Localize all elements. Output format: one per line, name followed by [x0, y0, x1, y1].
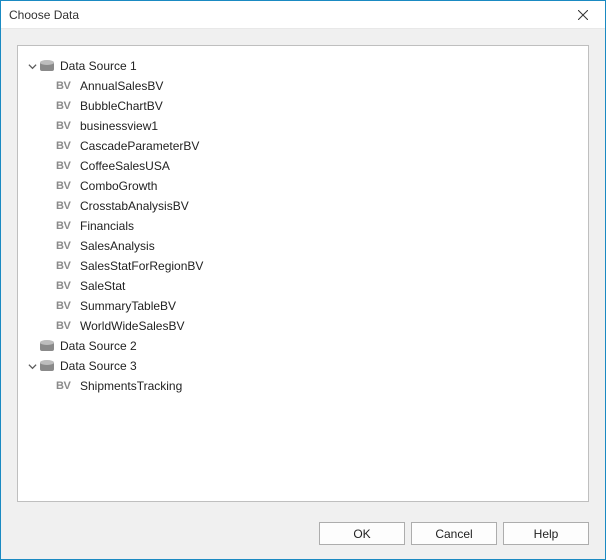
bv-icon: BV — [56, 300, 76, 312]
bv-icon: BV — [56, 380, 76, 392]
data-source-label: Data Source 1 — [60, 59, 137, 73]
database-icon — [40, 340, 54, 352]
window-title: Choose Data — [9, 8, 561, 22]
chevron-down-icon[interactable] — [26, 340, 38, 352]
bv-icon: BV — [56, 180, 76, 192]
business-view-label: ComboGrowth — [80, 179, 157, 193]
business-view-node[interactable]: BV SalesAnalysis — [26, 236, 580, 256]
data-source-label: Data Source 3 — [60, 359, 137, 373]
data-source-node[interactable]: Data Source 3 — [26, 356, 580, 376]
chevron-down-icon[interactable] — [26, 60, 38, 72]
close-icon — [578, 10, 588, 20]
cancel-button[interactable]: Cancel — [411, 522, 497, 545]
bv-icon: BV — [56, 140, 76, 152]
bv-icon: BV — [56, 200, 76, 212]
business-view-node[interactable]: BV businessview1 — [26, 116, 580, 136]
bv-icon: BV — [56, 80, 76, 92]
business-view-node[interactable]: BV CoffeeSalesUSA — [26, 156, 580, 176]
close-button[interactable] — [561, 1, 605, 29]
bv-icon: BV — [56, 220, 76, 232]
business-view-node[interactable]: BV CrosstabAnalysisBV — [26, 196, 580, 216]
bv-icon: BV — [56, 120, 76, 132]
dialog-window: Choose Data Data Source 1 BV AnnualSalesBV… — [0, 0, 606, 560]
bv-icon: BV — [56, 320, 76, 332]
business-view-node[interactable]: BV SalesStatForRegionBV — [26, 256, 580, 276]
bv-icon: BV — [56, 260, 76, 272]
business-view-label: CascadeParameterBV — [80, 139, 199, 153]
business-view-label: CrosstabAnalysisBV — [80, 199, 189, 213]
data-source-node[interactable]: Data Source 1 — [26, 56, 580, 76]
business-view-node[interactable]: BV CascadeParameterBV — [26, 136, 580, 156]
content-area: Data Source 1 BV AnnualSalesBV BV BubbleChar… — [1, 29, 605, 512]
help-button[interactable]: Help — [503, 522, 589, 545]
bv-icon: BV — [56, 100, 76, 112]
business-view-label: SalesStatForRegionBV — [80, 259, 203, 273]
business-view-label: businessview1 — [80, 119, 158, 133]
business-view-node[interactable]: BV WorldWideSalesBV — [26, 316, 580, 336]
business-view-label: SaleStat — [80, 279, 125, 293]
data-source-node[interactable]: Data Source 2 — [26, 336, 580, 356]
business-view-label: BubbleChartBV — [80, 99, 163, 113]
business-view-node[interactable]: BV BubbleChartBV — [26, 96, 580, 116]
business-view-node[interactable]: BV Financials — [26, 216, 580, 236]
business-view-label: AnnualSalesBV — [80, 79, 163, 93]
business-view-node[interactable]: BV ComboGrowth — [26, 176, 580, 196]
business-view-label: ShipmentsTracking — [80, 379, 182, 393]
business-view-node[interactable]: BV ShipmentsTracking — [26, 376, 580, 396]
data-source-label: Data Source 2 — [60, 339, 137, 353]
ok-button[interactable]: OK — [319, 522, 405, 545]
database-icon — [40, 360, 54, 372]
button-row: OK Cancel Help — [1, 512, 605, 559]
bv-icon: BV — [56, 240, 76, 252]
chevron-down-icon[interactable] — [26, 360, 38, 372]
business-view-label: CoffeeSalesUSA — [80, 159, 170, 173]
business-view-node[interactable]: BV SaleStat — [26, 276, 580, 296]
titlebar: Choose Data — [1, 1, 605, 29]
business-view-label: SummaryTableBV — [80, 299, 176, 313]
business-view-label: Financials — [80, 219, 134, 233]
database-icon — [40, 60, 54, 72]
business-view-node[interactable]: BV SummaryTableBV — [26, 296, 580, 316]
business-view-label: WorldWideSalesBV — [80, 319, 184, 333]
business-view-label: SalesAnalysis — [80, 239, 155, 253]
bv-icon: BV — [56, 280, 76, 292]
bv-icon: BV — [56, 160, 76, 172]
tree-panel[interactable]: Data Source 1 BV AnnualSalesBV BV BubbleChar… — [17, 45, 589, 502]
business-view-node[interactable]: BV AnnualSalesBV — [26, 76, 580, 96]
